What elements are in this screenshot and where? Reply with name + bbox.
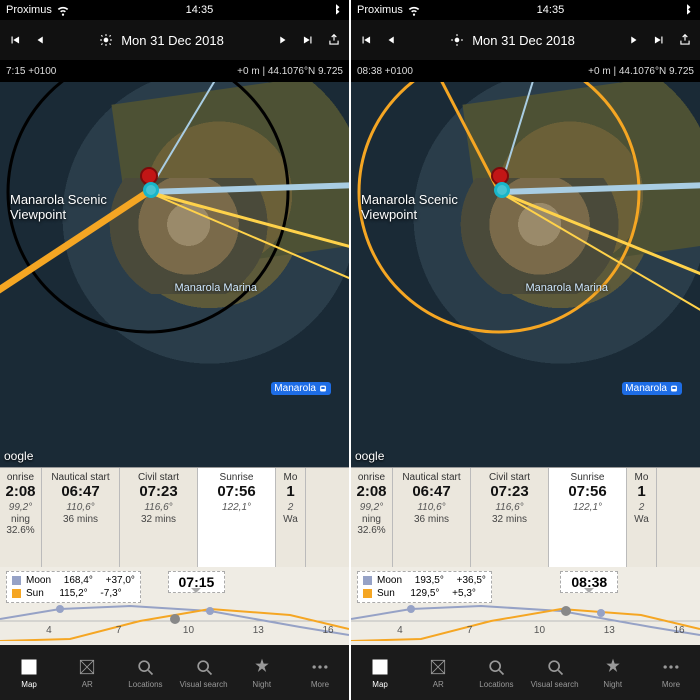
ephem-col[interactable]: Sunrise07:56122,1°	[549, 468, 627, 567]
prev-icon[interactable]	[385, 33, 399, 47]
ephemeris-row[interactable]: onrise2:0899,2°ning 32.6%Nautical start0…	[351, 467, 700, 567]
legend: Moon 168,4° +37,0° Sun 115,2° -7,3°	[6, 571, 141, 603]
ephem-col[interactable]: Sunrise07:56122,1°	[198, 468, 276, 567]
date-nav-bar: Mon 31 Dec 2018	[0, 20, 349, 60]
clock: 14:35	[186, 4, 214, 16]
tab-ar[interactable]: AR	[58, 645, 116, 700]
status-bar: Proximus 14:35	[351, 0, 700, 20]
ephem-col[interactable]: Mo12Wa	[627, 468, 657, 567]
skip-prev-icon[interactable]	[359, 33, 373, 47]
now-time-box[interactable]: 07:15	[168, 571, 226, 593]
tab-ar[interactable]: AR	[409, 645, 467, 700]
skip-next-icon[interactable]	[301, 33, 315, 47]
station-badge[interactable]: Manarola	[622, 382, 682, 395]
tab-visual-search[interactable]: Visual search	[526, 645, 584, 700]
tab-icon	[486, 657, 506, 677]
coords: +0 m | 44.1076°N 9.725	[237, 66, 343, 77]
moon-swatch	[12, 576, 21, 585]
time-offset: 7:15 +0100	[6, 66, 56, 77]
marina-label: Manarola Marina	[175, 282, 258, 294]
tab-icon	[661, 657, 681, 677]
tab-more[interactable]: More	[291, 645, 349, 700]
sun-swatch	[12, 589, 21, 598]
next-icon[interactable]	[626, 33, 640, 47]
tab-icon	[77, 657, 97, 677]
tab-night[interactable]: Night	[584, 645, 642, 700]
legend: Moon 193,5° +36,5° Sun 129,5° +5,3°	[357, 571, 492, 603]
ephem-col[interactable]: Nautical start06:47110,6°36 mins	[393, 468, 471, 567]
tab-icon	[252, 657, 272, 677]
prev-icon[interactable]	[34, 33, 48, 47]
tab-icon	[310, 657, 330, 677]
now-time-box[interactable]: 08:38	[560, 571, 618, 593]
bluetooth-icon	[329, 3, 343, 17]
pane-left: Proximus 14:35 Mon 31 Dec 2018	[0, 0, 349, 700]
sun-icon	[450, 33, 464, 47]
info-bar: 7:15 +0100 +0 m | 44.1076°N 9.725	[0, 60, 349, 82]
tab-bar: MapARLocationsVisual searchNightMore	[351, 645, 700, 700]
tab-icon	[370, 657, 390, 677]
tab-icon	[545, 657, 565, 677]
date-label[interactable]: Mon 31 Dec 2018	[121, 33, 224, 48]
map-view[interactable]: Manarola Scenic Viewpoint Manarola Marin…	[0, 82, 349, 467]
next-icon[interactable]	[275, 33, 289, 47]
tab-icon	[135, 657, 155, 677]
ephem-col[interactable]: onrise2:0899,2°ning 32.6%	[351, 468, 393, 567]
train-icon	[669, 384, 679, 394]
tab-locations[interactable]: Locations	[116, 645, 174, 700]
station-badge[interactable]: Manarola	[271, 382, 331, 395]
timeline-graph	[0, 601, 349, 641]
tab-icon	[603, 657, 623, 677]
tab-map[interactable]: Map	[351, 645, 409, 700]
ephem-col[interactable]: onrise2:0899,2°ning 32.6%	[0, 468, 42, 567]
tab-locations[interactable]: Locations	[467, 645, 525, 700]
status-bar: Proximus 14:35	[0, 0, 349, 20]
train-icon	[318, 384, 328, 394]
wifi-icon	[407, 3, 421, 17]
timeline[interactable]: Moon 193,5° +36,5° Sun 129,5° +5,3° 08:3…	[351, 567, 700, 645]
bluetooth-icon	[680, 3, 694, 17]
ephem-col[interactable]: Nautical start06:47110,6°36 mins	[42, 468, 120, 567]
wifi-icon	[56, 3, 70, 17]
skip-next-icon[interactable]	[652, 33, 666, 47]
info-bar: 08:38 +0100 +0 m | 44.1076°N 9.725	[351, 60, 700, 82]
tab-night[interactable]: Night	[233, 645, 291, 700]
timeline-graph	[351, 601, 700, 641]
tab-bar: MapARLocationsVisual searchNightMore	[0, 645, 349, 700]
sun-icon	[99, 33, 113, 47]
ephem-col[interactable]: Civil start07:23116,6°32 mins	[471, 468, 549, 567]
carrier: Proximus	[6, 4, 52, 16]
pane-right: Proximus 14:35 Mon 31 Dec 2018 08:38 +0	[351, 0, 700, 700]
ephemeris-row[interactable]: onrise2:0899,2°ning 32.6%Nautical start0…	[0, 467, 349, 567]
tab-more[interactable]: More	[642, 645, 700, 700]
tab-icon	[428, 657, 448, 677]
timeline[interactable]: Moon 168,4° +37,0° Sun 115,2° -7,3° 07:1…	[0, 567, 349, 645]
tab-icon	[194, 657, 214, 677]
share-icon[interactable]	[678, 33, 692, 47]
share-icon[interactable]	[327, 33, 341, 47]
tab-icon	[19, 657, 39, 677]
ephem-col[interactable]: Civil start07:23116,6°32 mins	[120, 468, 198, 567]
tab-visual-search[interactable]: Visual search	[175, 645, 233, 700]
skip-prev-icon[interactable]	[8, 33, 22, 47]
map-view[interactable]: Manarola Scenic Viewpoint Manarola Marin…	[351, 82, 700, 467]
tab-map[interactable]: Map	[0, 645, 58, 700]
ephem-col[interactable]: Mo12Wa	[276, 468, 306, 567]
date-nav-bar: Mon 31 Dec 2018	[351, 20, 700, 60]
map-attrib: oogle	[4, 449, 33, 463]
poi-label: Manarola Scenic Viewpoint	[10, 192, 107, 222]
